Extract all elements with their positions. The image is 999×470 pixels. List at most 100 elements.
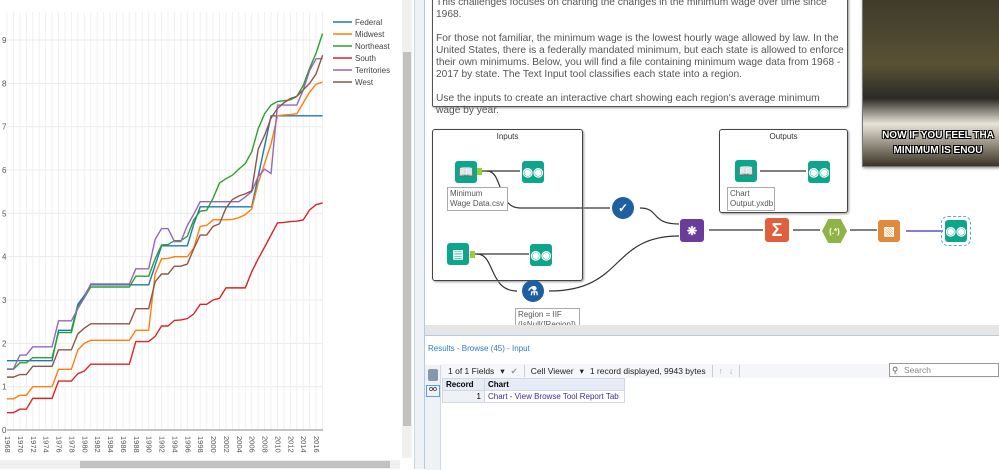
record-number: 1 (442, 390, 485, 403)
flask-icon: ⚗ (527, 284, 539, 298)
browse-tool[interactable]: ◉◉ (522, 161, 544, 183)
input-data-tool[interactable]: 📖 (455, 161, 477, 183)
chart-panel: 0 1 2 3 4 5 6 7 8 9 1968 1970 1972 1974 1976 1978 1980 19… (0, 0, 415, 469)
scroll-thumb[interactable] (403, 52, 411, 426)
browse-tool[interactable]: ◉◉ (530, 244, 552, 266)
x-tick-label: 2012 (286, 436, 295, 453)
y-tick-label: 9 (2, 36, 7, 45)
container-title: Inputs (496, 132, 519, 141)
book-icon: 📖 (458, 165, 474, 179)
results-sidebar: oo (425, 365, 441, 470)
divider (739, 365, 741, 377)
meme-caption: NOW IF YOU FEEL THA (882, 130, 994, 141)
meme-image: NOW IF YOU FEEL THA MINIMUM IS ENOU (862, 0, 999, 167)
canvas-horizontal-scrollbar[interactable] (425, 325, 999, 335)
arrow-up-icon[interactable]: ↑ (719, 366, 723, 376)
chevron-down-icon[interactable]: ▾ (500, 366, 504, 377)
legend-label: West (355, 78, 374, 87)
summarize-tool[interactable]: Σ (765, 218, 789, 242)
regex-icon: (.*) (829, 226, 840, 236)
binoculars-icon: ◉◉ (522, 165, 544, 179)
workflow-canvas[interactable]: This challenges focuses on charting the … (425, 0, 999, 325)
x-tick-label: 1996 (183, 436, 192, 453)
x-tick-label: 1972 (29, 436, 38, 453)
record-status: 1 record displayed, 9943 bytes (589, 366, 706, 376)
arrow-down-icon[interactable]: ↓ (729, 366, 733, 376)
search-icon: ⚲ (892, 365, 899, 375)
description-line: This challenges focuses on charting the … (436, 0, 827, 20)
check-icon[interactable]: ✔ (511, 366, 518, 377)
divider (711, 365, 713, 377)
container-title: Outputs (769, 132, 798, 141)
database-icon[interactable] (428, 369, 438, 381)
x-tick-label: 1974 (42, 436, 51, 453)
legend-label: South (355, 54, 376, 63)
series-line-northeast (7, 33, 324, 371)
panel-splitter[interactable] (415, 0, 425, 469)
y-tick-label: 1 (2, 383, 7, 392)
input-data-tool[interactable]: 📖 (735, 160, 757, 182)
sigma-icon: Σ (771, 219, 783, 240)
book-icon: 📖 (738, 164, 754, 178)
y-tick-label: 6 (2, 166, 7, 175)
output-anchor[interactable] (477, 168, 482, 175)
column-header[interactable]: Chart (484, 378, 625, 391)
x-tick-label: 2004 (235, 436, 244, 453)
cell-viewer-dropdown[interactable]: Cell Viewer (531, 366, 574, 376)
line-chart: 0 1 2 3 4 5 6 7 8 9 1968 1970 1972 1974 1976 1978 1980 19… (2, 12, 390, 453)
series-line-federal (7, 115, 323, 362)
x-tick-label: 1982 (93, 436, 102, 453)
column-header[interactable]: Record (442, 378, 485, 391)
fields-dropdown[interactable]: 1 of 1 Fields (448, 366, 494, 376)
join-tool[interactable]: ❋ (680, 219, 704, 242)
select-tool[interactable]: ✓ (612, 197, 634, 219)
search-input[interactable]: ⚲ Search (889, 363, 999, 377)
book-icon: ▤ (452, 247, 464, 261)
report-tool[interactable]: ▧ (878, 220, 900, 242)
output-anchor[interactable] (470, 251, 475, 258)
text-input-tool[interactable]: ▤ (447, 243, 469, 265)
x-tick-label: 1990 (145, 436, 154, 453)
table-row[interactable]: 1 Chart - View Browse Tool Report Tab (442, 390, 625, 403)
description-paragraph: For those not familiar, the minimum wage… (436, 33, 844, 80)
browse-tool[interactable]: ◉◉ (808, 161, 830, 183)
tool-annotation: Chart Output.yxdb (727, 187, 775, 211)
binoculars-icon[interactable]: oo (426, 385, 440, 397)
chart-cell-link[interactable]: Chart - View Browse Tool Report Tab (484, 390, 625, 403)
description-comment[interactable]: This challenges focuses on charting the … (432, 0, 848, 116)
x-tick-label: 1978 (67, 436, 76, 453)
divider (523, 365, 525, 377)
binoculars-icon: ◉◉ (808, 165, 830, 179)
scroll-thumb[interactable] (80, 461, 390, 468)
formula-tool[interactable]: ⚗ (522, 280, 544, 302)
chevron-down-icon[interactable]: ▾ (580, 366, 584, 377)
browse-tool-selected[interactable]: ◉◉ (941, 216, 971, 246)
x-tick-label: 2010 (273, 436, 282, 453)
results-table: Record Chart 1 Chart - View Browse Tool Re… (442, 378, 625, 403)
binoculars-icon: ◉◉ (945, 224, 967, 238)
x-tick-label: 1976 (55, 436, 64, 453)
x-tick-label: 1986 (119, 436, 128, 453)
y-tick-label: 4 (2, 253, 7, 262)
x-tick-label: 2008 (261, 436, 270, 453)
legend-label: Territories (355, 66, 390, 75)
x-tick-label: 1968 (3, 436, 12, 453)
x-tick-label: 2002 (222, 436, 231, 453)
x-tick-label: 1970 (16, 436, 25, 453)
y-tick-label: 5 (2, 209, 7, 218)
x-tick-label: 1980 (80, 436, 89, 453)
y-tick-label: 2 (2, 339, 7, 348)
legend-label: Northeast (355, 42, 390, 51)
search-placeholder: Search (904, 365, 931, 375)
y-tick-label: 3 (2, 296, 7, 305)
x-tick-label: 1988 (132, 436, 141, 453)
report-icon: ▧ (883, 224, 895, 238)
x-tick-label: 1992 (158, 436, 167, 453)
y-tick-label: 7 (2, 123, 7, 132)
vertical-scrollbar[interactable] (402, 0, 412, 458)
tool-annotation: Minimum Wage Data.csv (447, 187, 508, 211)
horizontal-scrollbar[interactable] (0, 460, 400, 469)
y-tick-label: 0 (2, 426, 7, 435)
x-tick-label: 1998 (196, 436, 205, 453)
results-title: Results - Browse (45) - Input (428, 344, 530, 353)
